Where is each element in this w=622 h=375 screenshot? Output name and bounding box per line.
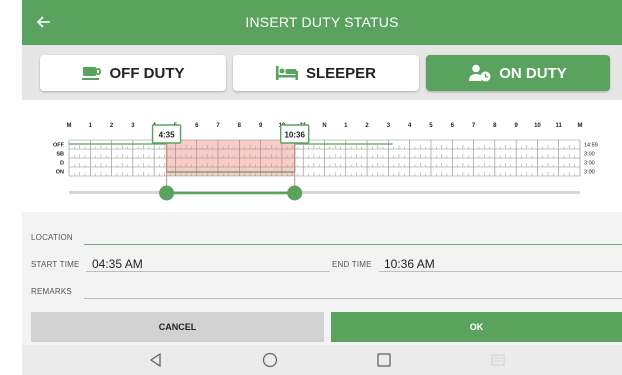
hour-label-9: 9 — [259, 123, 263, 129]
location-underline — [84, 244, 622, 245]
on-duty-button[interactable]: ON DUTY — [426, 55, 610, 91]
row-label-sb: SB — [56, 152, 64, 158]
off-duty-label: OFF DUTY — [109, 64, 185, 82]
sleeper-button[interactable]: SLEEPER — [233, 55, 419, 91]
hour-label-22: 10 — [534, 123, 541, 129]
location-input[interactable] — [86, 229, 616, 244]
end-time-underline — [379, 271, 622, 272]
system-nav-bar — [22, 345, 622, 375]
slider-start-handle[interactable] — [159, 185, 175, 201]
row-total-d: 3:00 — [584, 161, 595, 167]
hour-label-2: 2 — [110, 123, 114, 129]
hour-label-21: 9 — [514, 123, 518, 129]
end-time-label: END TIME — [332, 260, 372, 269]
app-window: INSERT DUTY STATUS OFF DUTY SLEEPER ON D… — [22, 0, 622, 375]
back-triangle-icon[interactable] — [148, 352, 164, 368]
slider-end-handle[interactable] — [287, 185, 303, 201]
hour-label-18: 6 — [451, 123, 455, 129]
hour-label-16: 4 — [408, 123, 412, 129]
hour-label-19: 7 — [472, 123, 476, 129]
slider-track — [69, 191, 580, 194]
on-duty-label: ON DUTY — [499, 64, 567, 82]
end-time-input[interactable]: 10:36 AM — [384, 257, 435, 271]
sleeper-label: SLEEPER — [305, 64, 377, 82]
location-label: LOCATION — [31, 233, 73, 242]
remarks-underline — [84, 298, 622, 299]
selection-end-label: 10:36 — [284, 131, 305, 140]
row-total-on: 3:00 — [584, 170, 595, 176]
off-duty-button[interactable]: OFF DUTY — [40, 55, 226, 91]
hour-label-12: N — [322, 123, 326, 129]
home-circle-icon[interactable] — [262, 352, 278, 368]
hour-label-3: 3 — [131, 123, 135, 129]
row-total-sb: 3:00 — [584, 152, 595, 158]
remarks-input[interactable] — [86, 283, 616, 298]
hour-label-1: 1 — [89, 123, 93, 129]
bed-icon — [275, 66, 298, 80]
duty-status-form: LOCATION START TIME 04:35 AM END TIME 10… — [22, 212, 622, 345]
start-time-input[interactable]: 04:35 AM — [92, 257, 143, 271]
start-time-label: START TIME — [31, 260, 80, 269]
start-time-underline — [86, 271, 330, 272]
hour-label-8: 8 — [238, 123, 242, 129]
row-label-on: ON — [56, 170, 64, 176]
coffee-cup-icon — [81, 65, 102, 81]
row-label-off: OFF — [53, 143, 65, 149]
keyboard-icon[interactable] — [490, 352, 506, 368]
cancel-button[interactable]: CANCEL — [31, 312, 324, 342]
hour-label-23: 11 — [556, 123, 563, 129]
remarks-label: REMARKS — [31, 287, 72, 296]
duty-log-graph[interactable]: M1234567891011N1234567891011MOFFSBDON14:… — [22, 100, 622, 212]
row-total-off: 14:59 — [584, 143, 598, 149]
hour-label-13: 1 — [344, 123, 348, 129]
hour-label-15: 3 — [387, 123, 391, 129]
user-clock-icon — [469, 64, 491, 82]
hour-label-17: 5 — [429, 123, 433, 129]
hour-label-20: 8 — [493, 123, 497, 129]
page-title: INSERT DUTY STATUS — [245, 14, 399, 30]
app-header: INSERT DUTY STATUS — [22, 0, 622, 45]
duty-status-selector: OFF DUTY SLEEPER ON DUTY — [22, 45, 622, 100]
hour-label-14: 2 — [365, 123, 369, 129]
duty-log-chart: M1234567891011N1234567891011MOFFSBDON14:… — [22, 100, 622, 212]
hour-label-7: 7 — [216, 123, 220, 129]
row-label-d: D — [60, 161, 64, 167]
hour-label-0: M — [67, 123, 72, 129]
recents-square-icon[interactable] — [376, 352, 392, 368]
hour-label-24: M — [578, 123, 583, 129]
selection-start-label: 4:35 — [159, 131, 176, 140]
hour-label-6: 6 — [195, 123, 199, 129]
ok-button[interactable]: OK — [331, 312, 622, 342]
